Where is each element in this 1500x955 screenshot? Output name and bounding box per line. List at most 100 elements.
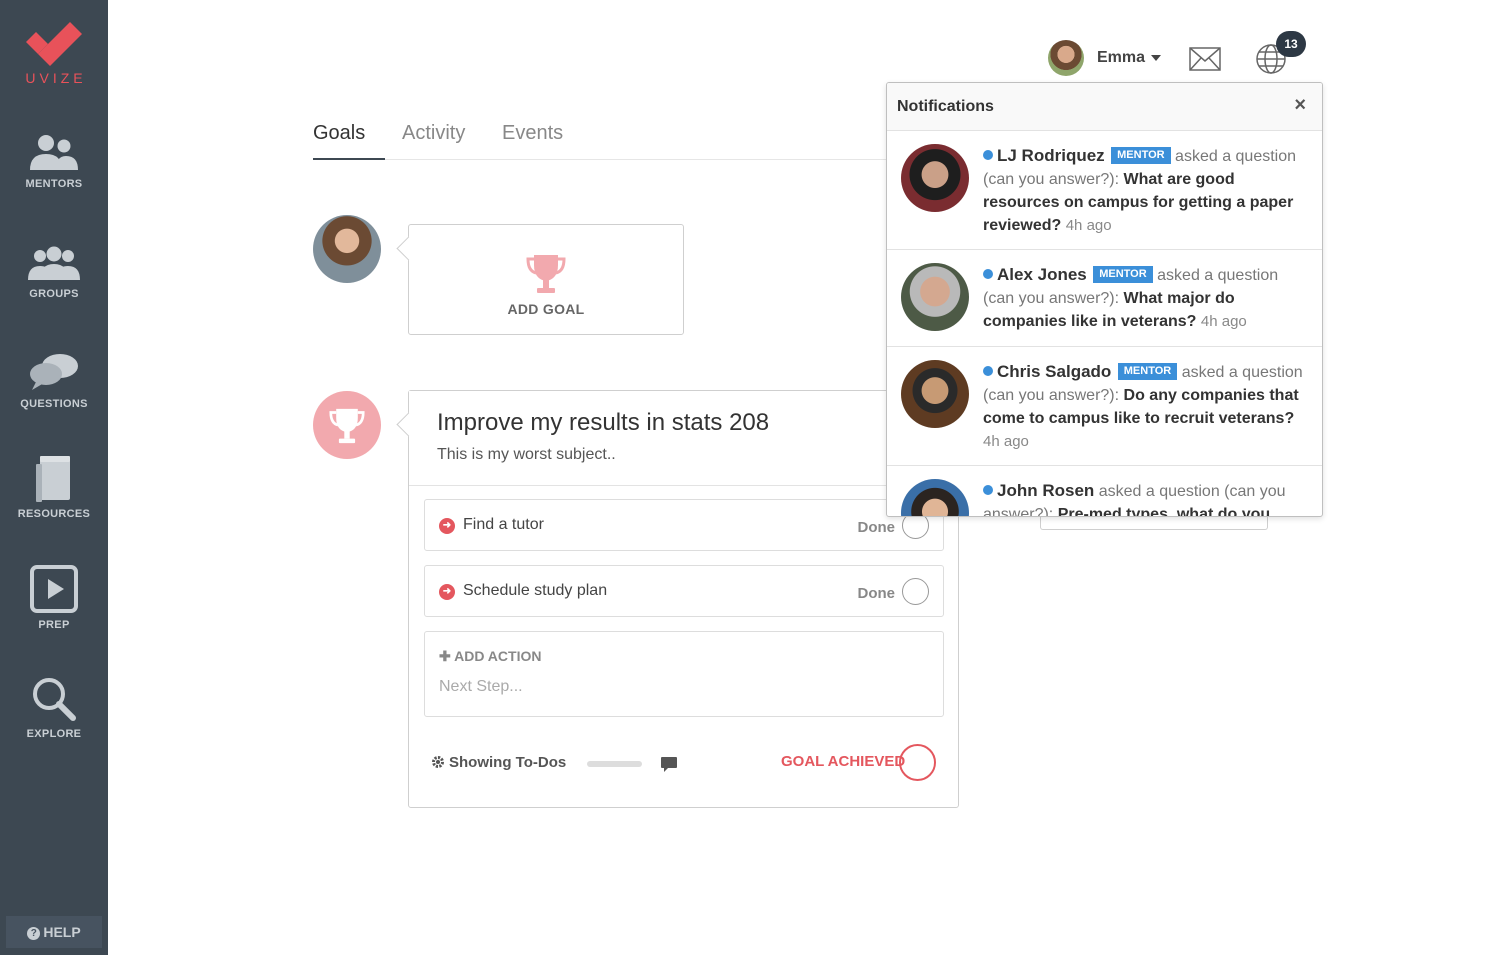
notification-prefix: answer?):	[983, 506, 1054, 517]
done-label: Done	[857, 519, 896, 536]
notification-author[interactable]: John Rosen	[997, 481, 1094, 500]
add-goal-button[interactable]: ADD GOAL	[408, 224, 684, 335]
tab-bar: Goals Activity Events	[313, 120, 913, 160]
action-label: Schedule study plan	[463, 582, 608, 599]
notification-time: 4h ago	[1065, 217, 1112, 234]
avatar	[1048, 40, 1084, 76]
user-name: Emma	[1097, 49, 1146, 66]
action-label: Find a tutor	[463, 516, 544, 533]
goal-achieved-checkbox[interactable]	[899, 744, 936, 781]
trophy-icon	[329, 408, 365, 444]
done-label: Done	[857, 585, 896, 602]
notification-author[interactable]: Chris Salgado	[997, 362, 1111, 381]
notification-prefix: (can you answer?):	[983, 171, 1120, 188]
goal-card: Improve my results in stats 208 This is …	[408, 390, 959, 808]
sidebar-item-label: RESOURCES	[17, 508, 91, 520]
done-checkbox[interactable]	[902, 578, 929, 605]
gear-icon	[432, 756, 444, 768]
help-label: HELP	[43, 924, 81, 940]
showing-todos-toggle[interactable]: Showing To-Dos	[431, 754, 566, 771]
notification-question[interactable]: Pre-med types, what do you	[1058, 506, 1270, 516]
user-avatar	[313, 215, 381, 283]
goal-trophy-badge	[313, 391, 381, 459]
notification-item[interactable]: John Rosen asked a question (can you ans…	[887, 466, 1322, 517]
goal-title[interactable]: Improve my results in stats 208	[437, 409, 930, 437]
goal-header: Improve my results in stats 208 This is …	[409, 391, 958, 486]
avatar	[901, 263, 969, 331]
questions-icon	[30, 354, 78, 390]
progress-bar	[587, 761, 642, 767]
next-step-input[interactable]	[439, 678, 839, 696]
avatar	[901, 479, 969, 516]
prep-icon	[30, 565, 78, 613]
envelope-icon	[1189, 47, 1221, 71]
mail-button[interactable]	[1189, 47, 1221, 76]
notifications-title: Notifications	[897, 98, 994, 115]
trophy-icon	[526, 255, 566, 293]
notification-verb: asked a question (can you	[1098, 483, 1286, 500]
notification-verb: asked a question	[1175, 148, 1297, 165]
caret-down-icon	[1151, 55, 1162, 61]
explore-icon	[33, 678, 76, 721]
avatar	[901, 144, 969, 212]
uvize-logo-icon	[26, 22, 82, 66]
tab-goals[interactable]: Goals	[313, 122, 365, 145]
sidebar-item-label: GROUPS	[29, 288, 79, 300]
notifications-popup: Notifications × LJ Rodriquez MENTOR aske…	[886, 82, 1323, 517]
help-button[interactable]: ? HELP	[6, 916, 102, 948]
sidebar-item-resources[interactable]: RESOURCES	[0, 456, 108, 520]
notification-time: 4h ago	[983, 433, 1029, 450]
plus-icon: ✚	[439, 648, 455, 664]
goal-footer: Showing To-Dos GOAL ACHIEVED	[431, 744, 941, 781]
sidebar-item-label: QUESTIONS	[20, 398, 88, 410]
mentors-icon	[30, 135, 78, 170]
comment-icon[interactable]	[661, 757, 677, 772]
mentor-badge: MENTOR	[1093, 266, 1153, 283]
notification-item[interactable]: Chris Salgado MENTOR asked a question (c…	[887, 347, 1322, 466]
sidebar-item-groups[interactable]: GROUPS	[0, 246, 108, 300]
help-icon: ?	[27, 927, 41, 940]
mentor-badge: MENTOR	[1117, 363, 1178, 380]
notification-time: 4h ago	[1200, 313, 1247, 330]
sidebar-item-label: PREP	[38, 619, 70, 631]
notification-prefix: (can you answer?):	[983, 387, 1120, 404]
notification-author[interactable]: Alex Jones	[997, 265, 1087, 284]
showing-todos-label: Showing To-Dos	[449, 754, 567, 771]
logo[interactable]: UVIZE	[0, 22, 108, 86]
arrow-right-icon: ➜	[439, 584, 455, 600]
sidebar-item-prep[interactable]: PREP	[0, 565, 108, 631]
notifications-header: Notifications ×	[887, 83, 1322, 131]
unread-dot-icon	[983, 485, 993, 495]
notification-verb: asked a question	[1181, 364, 1303, 381]
notification-item[interactable]: LJ Rodriquez MENTOR asked a question (ca…	[887, 131, 1322, 250]
add-goal-label: ADD GOAL	[507, 301, 585, 317]
sidebar-item-explore[interactable]: EXPLORE	[0, 676, 108, 740]
sidebar-item-label: MENTORS	[25, 178, 83, 190]
tab-events[interactable]: Events	[502, 122, 563, 145]
goal-subtitle: This is my worst subject..	[437, 446, 616, 463]
notification-count-badge: 13	[1276, 31, 1306, 57]
mentor-badge: MENTOR	[1111, 147, 1171, 164]
logo-text: UVIZE	[25, 70, 87, 86]
add-action-button[interactable]: ✚ ADD ACTION	[439, 648, 541, 665]
resources-icon	[36, 456, 70, 502]
sidebar: UVIZE MENTORS GROUPS QUESTIONS RESOURCES…	[0, 0, 108, 955]
action-item[interactable]: ➜ Schedule study plan Done	[424, 565, 944, 617]
close-icon[interactable]: ×	[1294, 95, 1306, 115]
sidebar-item-mentors[interactable]: MENTORS	[0, 134, 108, 190]
sidebar-item-label: EXPLORE	[26, 728, 82, 740]
action-item[interactable]: ➜ Find a tutor Done	[424, 499, 944, 551]
goal-achieved-label: GOAL ACHIEVED	[781, 753, 906, 770]
groups-icon	[28, 246, 80, 280]
notification-item[interactable]: Alex Jones MENTOR asked a question (can …	[887, 250, 1322, 347]
notification-author[interactable]: LJ Rodriquez	[997, 146, 1105, 165]
unread-dot-icon	[983, 366, 993, 376]
tab-activity[interactable]: Activity	[402, 122, 465, 145]
avatar	[901, 360, 969, 428]
unread-dot-icon	[983, 150, 993, 160]
unread-dot-icon	[983, 269, 993, 279]
notification-prefix: (can you answer?):	[983, 290, 1120, 307]
arrow-right-icon: ➜	[439, 518, 455, 534]
user-menu[interactable]: Emma	[1048, 40, 1162, 76]
sidebar-item-questions[interactable]: QUESTIONS	[0, 352, 108, 410]
